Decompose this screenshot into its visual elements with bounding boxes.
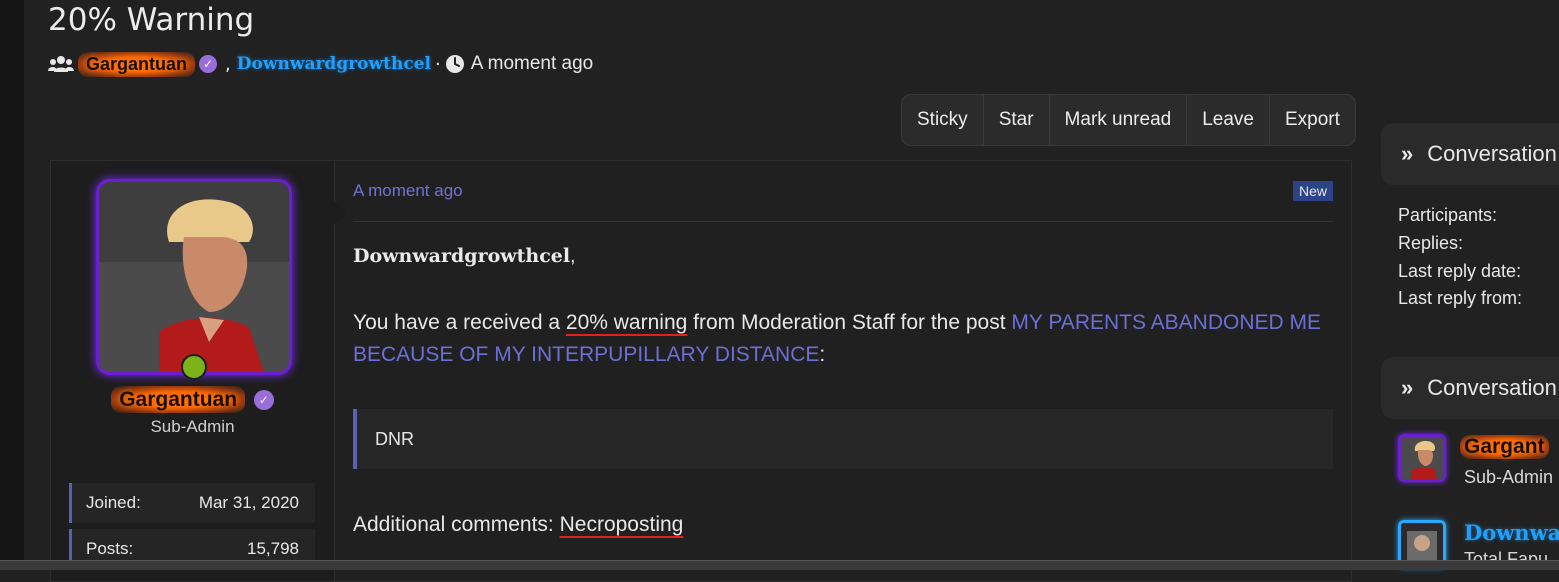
conversation-actions: Sticky Star Mark unread Leave Export xyxy=(901,94,1356,146)
conversation-participants-header: » Conversation xyxy=(1381,357,1559,419)
sidebar-title: Conversation xyxy=(1427,141,1557,166)
message-user-cell: Gargantuan ✓ Sub-Admin Joined: Mar 31, 2… xyxy=(51,161,335,581)
greeting-username[interactable]: Downwardgrowthcel xyxy=(353,245,570,267)
participant-link-gargantuan[interactable]: Gargantuan xyxy=(78,51,196,77)
participant-separator: , xyxy=(225,53,231,75)
page-title: 20% Warning xyxy=(48,2,255,38)
conversation-info-header: » Conversation xyxy=(1381,123,1559,185)
new-badge: New xyxy=(1292,181,1333,201)
author-avatar[interactable] xyxy=(96,179,292,375)
line-suffix: : xyxy=(819,343,826,366)
export-button[interactable]: Export xyxy=(1270,95,1355,145)
warning-amount: 20% warning xyxy=(565,311,688,334)
thread-time[interactable]: A moment ago xyxy=(471,53,594,75)
quote-block: DNR xyxy=(353,409,1333,469)
participant-link-downwardgrowthcel[interactable]: Downwardgrowthcel xyxy=(237,54,431,74)
info-replies-label: Replies: xyxy=(1398,233,1464,253)
line-prefix: You have a received a xyxy=(353,311,566,334)
author-name[interactable]: Gargantuan xyxy=(111,386,246,413)
sidebar-title: Conversation xyxy=(1427,375,1557,400)
chevron-double-right-icon: » xyxy=(1401,141,1414,166)
quote-text: DNR xyxy=(375,428,414,449)
info-last-reply-date-label: Last reply date: xyxy=(1398,261,1522,281)
verified-icon: ✓ xyxy=(199,55,218,73)
author-title: Sub-Admin xyxy=(150,417,235,436)
greeting: Downwardgrowthcel, xyxy=(353,245,575,268)
stat-joined: Joined: Mar 31, 2020 xyxy=(69,483,315,523)
post-time-link[interactable]: A moment ago xyxy=(353,181,463,201)
comments-value: Necroposting xyxy=(559,513,684,536)
divider xyxy=(353,221,1333,222)
line-middle: from Moderation Staff for the post xyxy=(687,311,1012,334)
greeting-comma: , xyxy=(570,246,576,267)
thread-meta: Gargantuan ✓ , Downwardgrowthcel · A mom… xyxy=(48,51,594,77)
stat-label: Joined: xyxy=(86,493,141,512)
info-participants-label: Participants: xyxy=(1398,205,1498,225)
star-button[interactable]: Star xyxy=(984,95,1050,145)
leave-button[interactable]: Leave xyxy=(1187,95,1270,145)
online-status-icon xyxy=(181,354,207,380)
verified-icon: ✓ xyxy=(253,390,274,410)
stat-label: Posts: xyxy=(86,539,134,558)
meta-dot: · xyxy=(434,53,441,75)
left-edge-strip xyxy=(0,0,24,569)
mark-unread-button[interactable]: Mark unread xyxy=(1050,95,1188,145)
additional-comments: Additional comments: Necroposting xyxy=(353,513,683,537)
participant-title: Sub-Admin xyxy=(1464,467,1554,487)
chevron-double-right-icon: » xyxy=(1401,375,1414,400)
author-name-row: Gargantuan ✓ xyxy=(51,386,334,413)
sticky-button[interactable]: Sticky xyxy=(902,95,984,145)
participant-name[interactable]: Gargant xyxy=(1460,435,1549,459)
comments-label: Additional comments: xyxy=(353,513,560,536)
stat-value: Mar 31, 2020 xyxy=(198,493,299,512)
message: Gargantuan ✓ Sub-Admin Joined: Mar 31, 2… xyxy=(50,160,1352,582)
stat-value: 15,798 xyxy=(247,539,299,558)
warning-text: You have a received a 20% warning from M… xyxy=(353,307,1333,371)
participant-name[interactable]: Downwa xyxy=(1464,520,1559,545)
message-arrow xyxy=(334,201,348,225)
users-icon xyxy=(48,54,74,74)
clock-icon xyxy=(445,54,465,74)
participant-avatar[interactable] xyxy=(1398,434,1446,482)
info-last-reply-from-label: Last reply from: xyxy=(1398,288,1523,308)
